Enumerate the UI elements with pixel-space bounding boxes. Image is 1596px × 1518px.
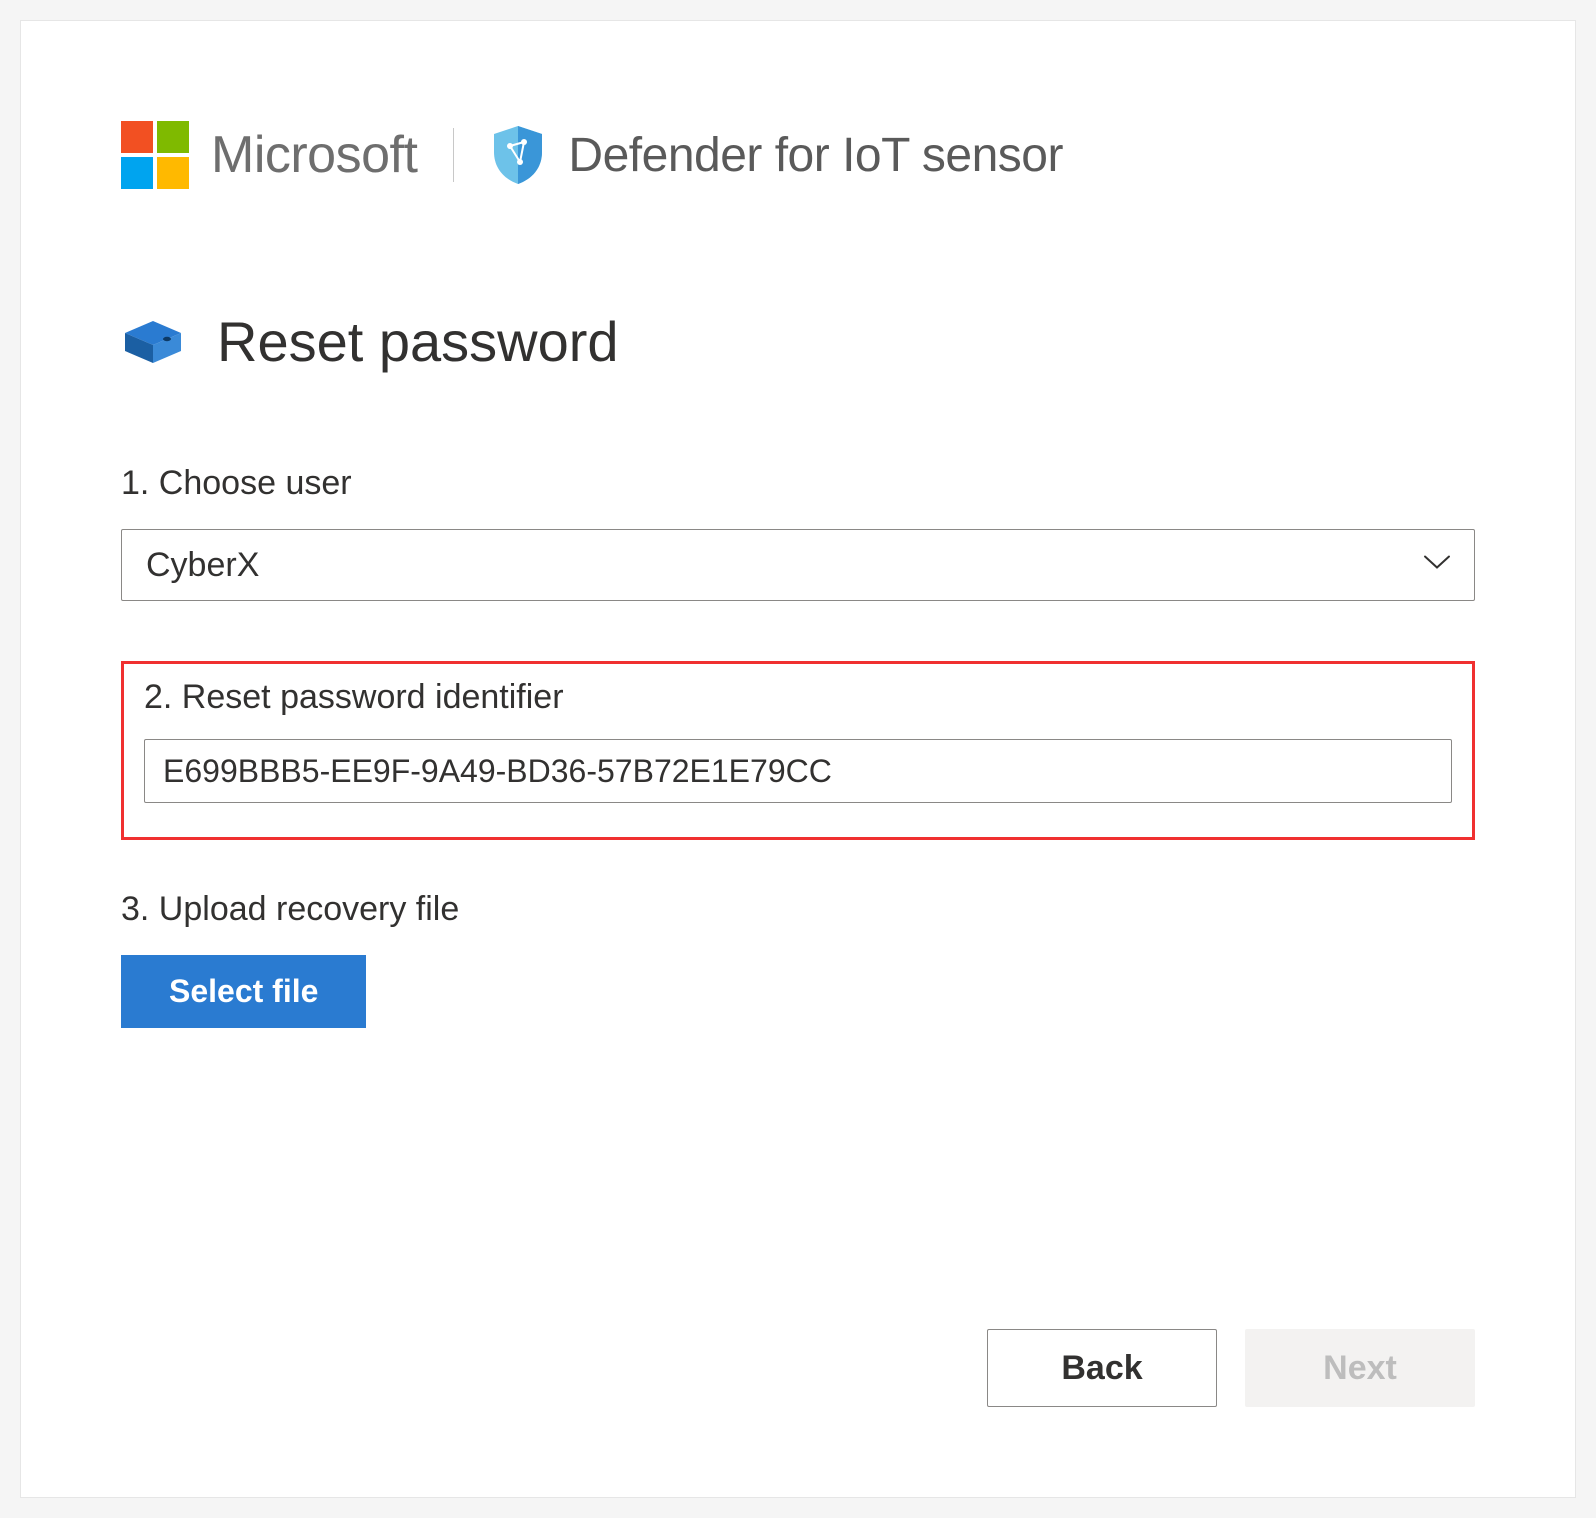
step3-label: 3. Upload recovery file: [121, 890, 1475, 929]
sensor-icon: [121, 317, 185, 367]
step2-highlight-box: 2. Reset password identifier: [121, 661, 1475, 840]
select-file-button[interactable]: Select file: [121, 955, 366, 1028]
shield-icon: [490, 124, 546, 186]
next-button: Next: [1245, 1329, 1475, 1407]
header: Microsoft Defender for IoT sensor: [121, 121, 1475, 189]
footer-buttons: Back Next: [987, 1329, 1475, 1407]
back-button[interactable]: Back: [987, 1329, 1217, 1407]
step1-label: 1. Choose user: [121, 464, 1475, 503]
header-divider: [453, 128, 454, 182]
choose-user-select[interactable]: [121, 529, 1475, 601]
product-name: Defender for IoT sensor: [568, 128, 1063, 183]
step2-label: 2. Reset password identifier: [144, 678, 1452, 717]
page-title-row: Reset password: [121, 309, 1475, 374]
reset-password-card: Microsoft Defender for IoT sensor: [20, 20, 1576, 1498]
microsoft-wordmark: Microsoft: [211, 125, 417, 185]
page-title: Reset password: [217, 309, 619, 374]
microsoft-logo-icon: [121, 121, 189, 189]
reset-identifier-input[interactable]: [144, 739, 1452, 803]
